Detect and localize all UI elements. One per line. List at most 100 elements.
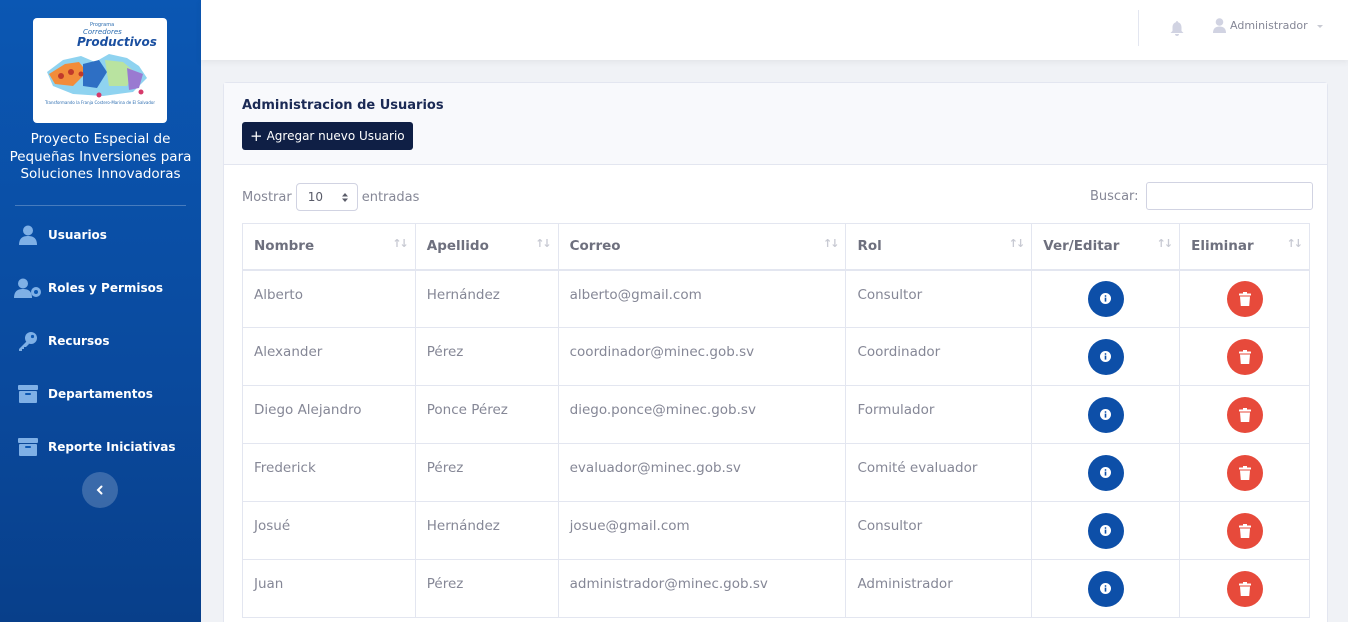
search-control: Buscar: — [1090, 182, 1313, 210]
table-row: Diego Alejandro Ponce Pérez diego.ponce@mi… — [242, 385, 1310, 444]
table-row: Josué Hernández josue@gmail.com Consultor — [242, 501, 1310, 560]
cell-nombre: Juan — [242, 559, 416, 618]
delete-button[interactable] — [1226, 338, 1263, 375]
cell-nombre: Josué — [242, 501, 416, 560]
view-edit-button[interactable] — [1087, 338, 1124, 375]
cell-eliminar — [1179, 269, 1310, 328]
cell-correo: josue@gmail.com — [557, 501, 847, 560]
cell-apellido: Hernández — [414, 501, 559, 560]
cell-eliminar — [1179, 443, 1310, 502]
key-icon — [0, 331, 48, 351]
trash-icon — [1238, 465, 1251, 480]
info-icon — [1100, 583, 1112, 594]
cell-apellido: Ponce Pérez — [414, 385, 559, 444]
user-avatar-icon — [1213, 18, 1226, 33]
caret-down-icon — [1316, 24, 1323, 28]
logo-map-art — [47, 54, 147, 98]
cell-rol: Formulador — [845, 385, 1033, 444]
info-icon — [1100, 525, 1112, 536]
delete-button[interactable] — [1226, 570, 1263, 607]
sort-asc-icon: ↑↓ — [392, 237, 409, 250]
trash-icon — [1238, 291, 1251, 306]
sidebar-toggle-button[interactable] — [82, 472, 118, 508]
delete-button[interactable] — [1226, 454, 1263, 491]
view-edit-button[interactable] — [1087, 454, 1124, 491]
col-header-ver-editar[interactable]: Ver/Editar ↑↓ — [1031, 223, 1181, 271]
plus-icon: + — [250, 126, 263, 145]
delete-button[interactable] — [1226, 512, 1263, 549]
sort-icon: ↑↓ — [823, 237, 840, 250]
users-cog-icon — [0, 278, 48, 298]
sidebar-item-recursos[interactable]: Recursos — [0, 321, 201, 361]
user-name: Administrador — [1230, 19, 1308, 32]
table-row: Alexander Pérez coordinador@minec.gob.sv Co… — [242, 327, 1310, 386]
add-user-button-label: Agregar nuevo Usuario — [266, 129, 405, 143]
sidebar-item-label: Usuarios — [48, 228, 107, 242]
sidebar-item-label: Departamentos — [48, 387, 153, 401]
col-header-label: Eliminar — [1191, 238, 1254, 255]
cell-nombre: Alberto — [242, 269, 416, 328]
add-user-button[interactable]: + Agregar nuevo Usuario — [242, 122, 413, 150]
cell-eliminar — [1179, 559, 1310, 618]
col-header-label: Ver/Editar — [1043, 238, 1120, 255]
cell-ver-editar — [1031, 327, 1181, 386]
archive-icon — [0, 385, 48, 403]
view-edit-button[interactable] — [1087, 280, 1124, 317]
org-name: Proyecto Especial de Pequeñas Inversione… — [9, 131, 192, 182]
cell-correo: alberto@gmail.com — [557, 269, 847, 328]
users-card: Administracion de Usuarios + Agregar nue… — [223, 82, 1328, 622]
cell-eliminar — [1179, 327, 1310, 386]
topbar: Administrador — [201, 0, 1348, 60]
sidebar-item-reporte-iniciativas[interactable]: Reporte Iniciativas — [0, 427, 201, 467]
cell-rol: Consultor — [845, 501, 1033, 560]
cell-apellido: Pérez — [414, 327, 559, 386]
user-icon — [0, 225, 48, 245]
sidebar-item-roles[interactable]: Roles y Permisos — [0, 268, 201, 308]
brand-logo[interactable]: Programa Corredores Productivos Transfor… — [33, 18, 167, 123]
col-header-apellido[interactable]: Apellido ↑↓ — [414, 223, 559, 271]
col-header-label: Nombre — [254, 238, 315, 255]
page-length-select[interactable]: 10 — [295, 183, 358, 211]
col-header-correo[interactable]: Correo ↑↓ — [557, 223, 847, 271]
table-body: Alberto Hernández alberto@gmail.com Consult… — [242, 269, 1310, 618]
col-header-rol[interactable]: Rol ↑↓ — [845, 223, 1033, 271]
search-input[interactable] — [1145, 182, 1313, 210]
length-prefix: Mostrar — [242, 189, 292, 205]
col-header-nombre[interactable]: Nombre ↑↓ — [242, 223, 416, 271]
sidebar-item-label: Reporte Iniciativas — [48, 440, 176, 454]
info-icon — [1100, 467, 1112, 478]
view-edit-button[interactable] — [1087, 570, 1124, 607]
delete-button[interactable] — [1226, 280, 1263, 317]
cell-ver-editar — [1031, 269, 1181, 328]
trash-icon — [1238, 523, 1251, 538]
cell-apellido: Pérez — [414, 559, 559, 618]
sidebar-item-departamentos[interactable]: Departamentos — [0, 374, 201, 414]
cell-nombre: Frederick — [242, 443, 416, 502]
info-icon — [1100, 351, 1112, 362]
length-control: Mostrar 10 entradas — [242, 183, 419, 211]
logo-tagline: Transformando la Franja Costero-Marina d… — [45, 100, 155, 105]
cell-ver-editar — [1031, 443, 1181, 502]
length-suffix: entradas — [361, 189, 420, 205]
sidebar: Programa Corredores Productivos Transfor… — [0, 0, 201, 622]
cell-nombre: Diego Alejandro — [242, 385, 416, 444]
chevron-left-icon — [96, 485, 103, 495]
view-edit-button[interactable] — [1087, 512, 1124, 549]
trash-icon — [1238, 407, 1251, 422]
user-menu[interactable]: Administrador — [1213, 18, 1328, 33]
cell-rol: Administrador — [845, 559, 1033, 618]
sort-icon: ↑↓ — [535, 237, 552, 250]
page-length-value: 10 — [307, 190, 323, 204]
users-table: Nombre ↑↓ Apellido ↑↓ Correo ↑↓ Rol ↑↓ Ver/E… — [242, 223, 1310, 618]
view-edit-button[interactable] — [1087, 396, 1124, 433]
sidebar-item-usuarios[interactable]: Usuarios — [0, 215, 201, 255]
bell-icon[interactable] — [1170, 21, 1184, 40]
sidebar-divider — [15, 205, 186, 206]
trash-icon — [1238, 349, 1251, 364]
info-icon — [1100, 293, 1112, 305]
col-header-eliminar[interactable]: Eliminar ↑↓ — [1179, 223, 1310, 271]
cell-eliminar — [1179, 501, 1310, 560]
sort-icon: ↑↓ — [1008, 237, 1026, 250]
sidebar-item-label: Recursos — [48, 334, 110, 348]
delete-button[interactable] — [1226, 396, 1263, 433]
